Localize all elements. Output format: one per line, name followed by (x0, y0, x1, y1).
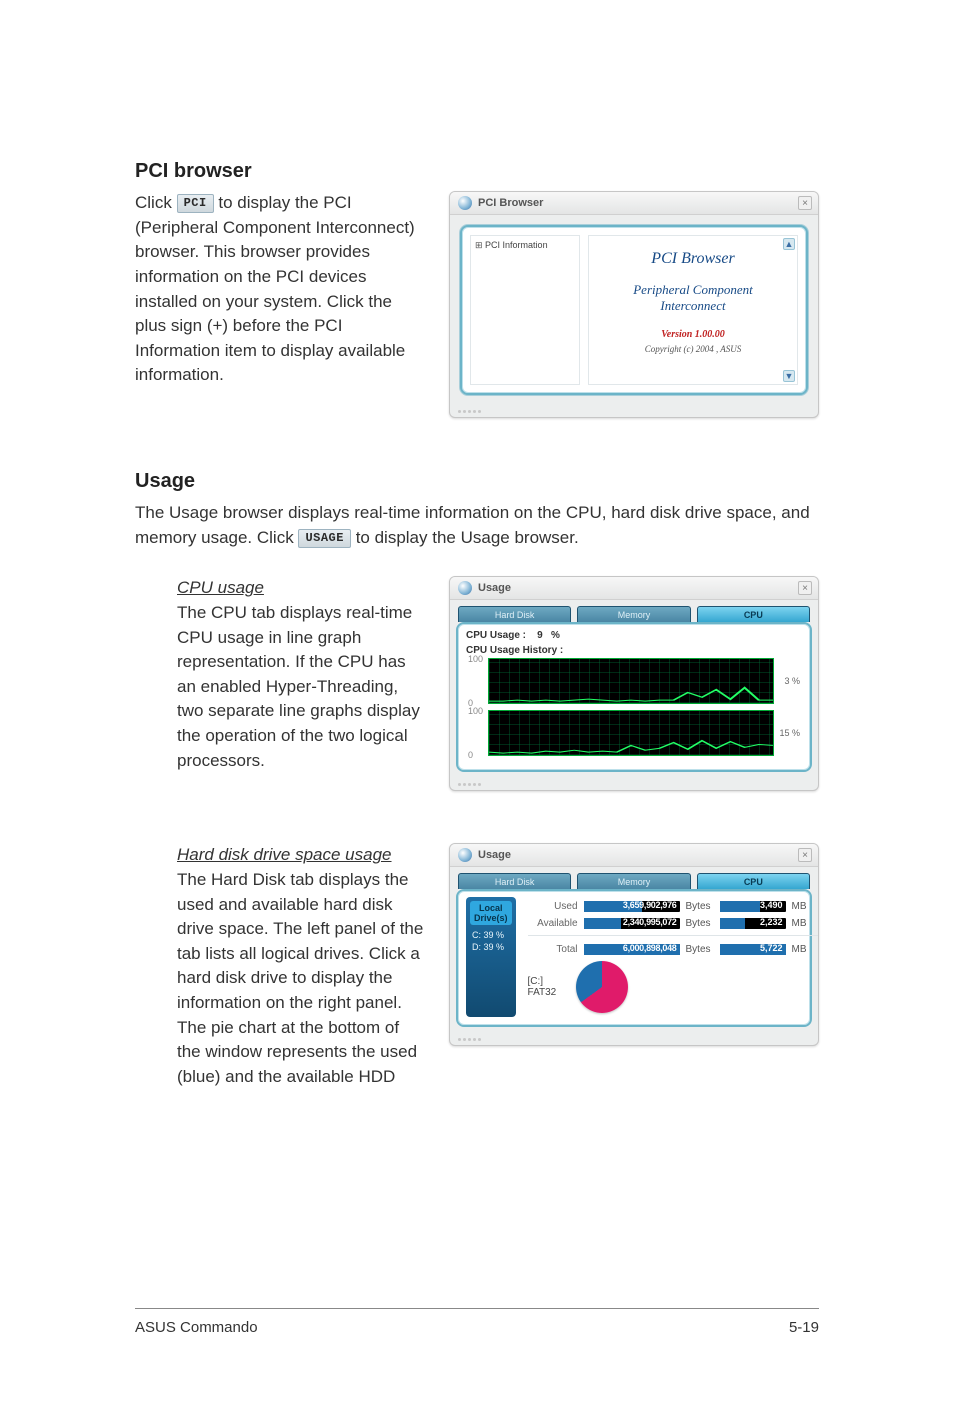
footer-left: ASUS Commando (135, 1319, 258, 1336)
section-pci-title: PCI browser (135, 160, 819, 183)
axis-top-1: 100 (468, 654, 483, 664)
total-mb-value: 5,722 (760, 943, 783, 953)
tab-hard-disk[interactable]: Hard Disk (458, 606, 571, 622)
scroll-down-icon[interactable]: ▼ (783, 370, 795, 382)
avail-bytes-value: 2,340,995,072 (623, 917, 677, 927)
usage-hdd-window: Usage × Hard Disk Memory CPU Local Drive… (449, 843, 819, 1046)
window-resize-grip-icon (450, 778, 818, 790)
usage-cpu-window-title: Usage (478, 582, 511, 594)
total-bytes-bar: 6,000,898,048 (584, 944, 680, 955)
hdd-stats-panel: Used 3,659,902,976 Bytes 3,490 (526, 897, 819, 1017)
fs-type: FAT32 (528, 987, 557, 998)
pci-browser-window: PCI Browser × PCI Information ▲ PCI Brow… (449, 191, 819, 418)
close-icon[interactable]: × (798, 581, 812, 595)
app-logo-icon (458, 848, 472, 862)
bytes-unit: Bytes (686, 918, 714, 929)
hdd-drive-d[interactable]: D: 39 % (470, 941, 512, 953)
hdd-usage-heading: Hard disk drive space usage (177, 843, 427, 868)
bytes-unit: Bytes (686, 944, 714, 955)
pci-sub-line1: Peripheral Component (633, 282, 753, 297)
mb-unit: MB (792, 944, 819, 955)
close-icon[interactable]: × (798, 196, 812, 210)
used-label: Used (528, 901, 578, 912)
pci-sub-line2: Interconnect (660, 298, 725, 313)
pci-tree-node[interactable]: PCI Information (475, 240, 575, 251)
fs-info: [C:] FAT32 (528, 976, 557, 998)
fs-drive-letter: [C:] (528, 976, 557, 987)
avail-bytes-bar: 2,340,995,072 (584, 918, 680, 929)
hdd-drive-list[interactable]: Local Drive(s) C: 39 % D: 39 % (466, 897, 516, 1017)
section-usage-title: Usage (135, 470, 819, 493)
usage-intro-paragraph: The Usage browser displays real-time inf… (135, 501, 819, 550)
divider (528, 935, 819, 936)
footer-right: 5-19 (789, 1319, 819, 1336)
tab-hard-disk[interactable]: Hard Disk (458, 873, 571, 889)
window-resize-grip-icon (450, 1033, 818, 1045)
scroll-up-icon[interactable]: ▲ (783, 238, 795, 250)
tab-cpu[interactable]: CPU (697, 606, 810, 622)
usage-hdd-window-title: Usage (478, 849, 511, 861)
axis-bot-2: 0 (468, 750, 473, 760)
usage-inline-button[interactable]: USAGE (298, 529, 351, 548)
usage-para-b: to display the Usage browser. (356, 528, 579, 547)
hdd-usage-body: The Hard Disk tab displays the used and … (177, 868, 427, 1090)
pci-content-panel: ▲ PCI Browser Peripheral Component Inter… (588, 235, 798, 385)
pci-tree-panel[interactable]: PCI Information (470, 235, 580, 385)
pci-para-rest: to display the PCI (Peripheral Component… (135, 193, 415, 384)
tab-cpu[interactable]: CPU (697, 873, 810, 889)
avail-label: Available (528, 918, 578, 929)
cpu-history-label: CPU Usage History : (466, 645, 802, 656)
cpu-graph-1 (488, 658, 774, 704)
app-logo-icon (458, 581, 472, 595)
used-mb-bar: 3,490 (720, 901, 786, 912)
graph2-pct: 15 % (779, 728, 800, 738)
pci-para-click: Click (135, 193, 177, 212)
pci-copyright: Copyright (c) 2004 , ASUS (645, 344, 742, 354)
pci-paragraph: Click PCI to display the PCI (Peripheral… (135, 191, 427, 388)
used-bytes-value: 3,659,902,976 (623, 900, 677, 910)
avail-mb-value: 2,232 (760, 917, 783, 927)
close-icon[interactable]: × (798, 848, 812, 862)
total-bytes-value: 6,000,898,048 (623, 943, 677, 953)
used-mb-value: 3,490 (760, 900, 783, 910)
mb-unit: MB (792, 918, 819, 929)
pci-content-title: PCI Browser (651, 250, 734, 268)
tab-memory[interactable]: Memory (577, 873, 690, 889)
pci-content-subtitle: Peripheral Component Interconnect (633, 282, 753, 315)
cpu-usage-value: 9 (537, 630, 543, 641)
cpu-usage-label: CPU Usage : (466, 630, 526, 641)
cpu-usage-heading: CPU usage (177, 576, 427, 601)
cpu-graph-2 (488, 710, 774, 756)
app-logo-icon (458, 196, 472, 210)
bytes-unit: Bytes (686, 901, 714, 912)
pci-inline-button[interactable]: PCI (177, 194, 214, 213)
cpu-usage-readout: CPU Usage : 9 % (466, 630, 802, 641)
usage-cpu-window: Usage × Hard Disk Memory CPU CPU Usage :… (449, 576, 819, 791)
hdd-drive-c[interactable]: C: 39 % (470, 929, 512, 941)
total-label: Total (528, 944, 578, 955)
mb-unit: MB (792, 901, 819, 912)
cpu-usage-body: The CPU tab displays real-time CPU usage… (177, 601, 427, 773)
hdd-drive-list-header: Local Drive(s) (470, 901, 512, 925)
used-bytes-bar: 3,659,902,976 (584, 901, 680, 912)
total-mb-bar: 5,722 (720, 944, 786, 955)
avail-mb-bar: 2,232 (720, 918, 786, 929)
axis-top-2: 100 (468, 706, 483, 716)
window-resize-grip-icon (450, 405, 818, 417)
pci-window-title: PCI Browser (478, 197, 543, 209)
cpu-usage-unit: % (551, 630, 560, 641)
graph1-pct: 3 % (784, 676, 800, 686)
pci-version: Version 1.00.00 (661, 329, 725, 340)
hdd-pie-chart (576, 961, 628, 1013)
tab-memory[interactable]: Memory (577, 606, 690, 622)
